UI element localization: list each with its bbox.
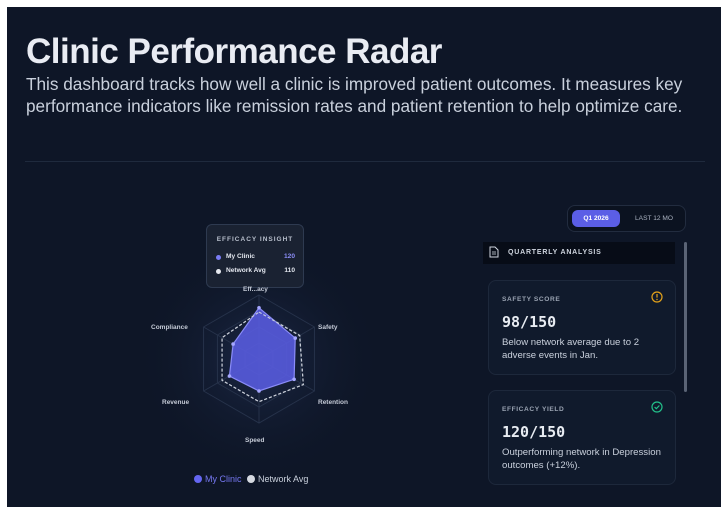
check-circle-icon: [651, 401, 663, 413]
my-clinic-point[interactable]: [231, 342, 235, 346]
legend-label: Network Avg: [258, 474, 309, 484]
quarterly-analysis-header: QUARTERLY ANALYSIS: [483, 242, 675, 264]
tooltip-row-label: Network Avg: [226, 267, 266, 274]
tab-last-12-months[interactable]: LAST 12 MO: [626, 210, 682, 227]
my-clinic-point[interactable]: [293, 336, 298, 340]
axis-label-safety: Safety: [318, 324, 338, 331]
legend-dot-icon: [194, 475, 202, 483]
card-description: Below network average due to 2 adverse e…: [502, 337, 640, 361]
tab-q1-2026[interactable]: Q1 2026: [572, 210, 620, 227]
tooltip-row-value: 120: [283, 253, 295, 260]
axis-label-efficacy: Eff...acy: [243, 286, 268, 293]
network-avg-dot-icon: [216, 269, 221, 274]
card-value: 98/150: [502, 313, 557, 331]
tooltip-title: EFFICACY INSIGHT: [216, 236, 294, 243]
quarterly-analysis-title: QUARTERLY ANALYSIS: [508, 249, 602, 256]
tooltip-row-value: 110: [284, 267, 295, 274]
axis-label-retention: Retention: [318, 399, 348, 406]
legend-dot-icon: [247, 475, 255, 483]
safety-score-card: SAFETY SCORE 98/150 Below network averag…: [488, 280, 676, 375]
tooltip-row-my-clinic: My Clinic 120: [216, 253, 295, 263]
legend-label: My Clinic: [205, 474, 242, 484]
legend-item-my-clinic[interactable]: My Clinic: [194, 474, 242, 484]
dashboard-panel: Clinic Performance Radar This dashboard …: [7, 7, 721, 507]
efficacy-yield-card: EFFICACY YIELD 120/150 Outperforming net…: [488, 390, 676, 485]
axis-label-compliance: Compliance: [151, 324, 188, 331]
tooltip-row-network-avg: Network Avg 110: [216, 267, 295, 277]
card-value: 120/150: [502, 423, 566, 441]
axis-label-revenue: Revenue: [162, 399, 190, 406]
period-toggle: Q1 2026 LAST 12 MO: [567, 205, 686, 232]
my-clinic-dot-icon: [216, 255, 221, 260]
card-label: SAFETY SCORE: [502, 296, 561, 303]
analysis-scrollbar[interactable]: [684, 242, 687, 392]
tooltip-row-label: My Clinic: [226, 253, 255, 260]
my-clinic-point[interactable]: [257, 306, 261, 310]
warning-circle-icon: [651, 291, 663, 303]
card-description: Outperforming network in Depression outc…: [502, 447, 661, 471]
my-clinic-point[interactable]: [227, 374, 232, 378]
my-clinic-point[interactable]: [257, 389, 261, 393]
efficacy-tooltip: EFFICACY INSIGHT My Clinic 120 Network A…: [206, 224, 304, 288]
card-label: EFFICACY YIELD: [502, 406, 565, 413]
document-icon: [489, 246, 499, 258]
axis-label-speed: Speed: [245, 437, 265, 444]
my-clinic-point[interactable]: [292, 377, 296, 382]
legend-item-network-avg[interactable]: Network Avg: [247, 474, 308, 484]
